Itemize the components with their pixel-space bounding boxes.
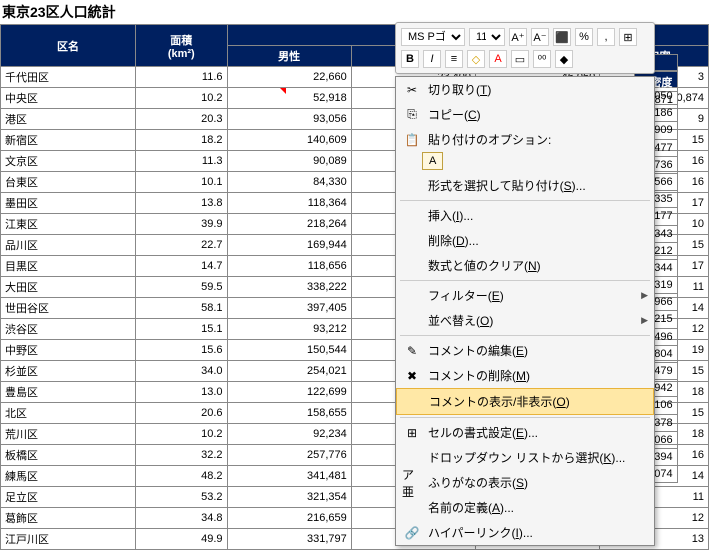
- blank-icon: [402, 288, 422, 304]
- ⎘-icon: ⎘: [402, 107, 422, 123]
- menu-item-label: コメントの表示/非表示(O): [429, 393, 570, 410]
- border-button[interactable]: ⊞: [619, 28, 637, 46]
- header-area: 面積(km²): [136, 25, 227, 67]
- menu-item[interactable]: ✂ 切り取り(T): [396, 77, 654, 102]
- format-button[interactable]: ◆: [555, 50, 573, 68]
- menu-item-label: 削除(D)...: [428, 232, 479, 249]
- menu-item[interactable]: 挿入(I)...: [396, 203, 654, 228]
- menu-item[interactable]: 数式と値のクリア(N): [396, 253, 654, 278]
- menu-item-label: 形式を選択して貼り付け(S)...: [428, 177, 586, 194]
- menu-item-label: コピー(C): [428, 106, 481, 123]
- menu-item[interactable]: ⊞ セルの書式設定(E)...: [396, 420, 654, 445]
- ✖-icon: ✖: [402, 368, 422, 384]
- menu-item-label: 名前の定義(A)...: [428, 499, 514, 516]
- menu-item[interactable]: 📋 貼り付けのオプション:: [396, 127, 654, 152]
- submenu-arrow-icon: ▶: [641, 290, 648, 301]
- menu-item[interactable]: 並べ替え(O) ▶: [396, 308, 654, 333]
- ✂-icon: ✂: [402, 82, 422, 98]
- menu-item[interactable]: フィルター(E) ▶: [396, 283, 654, 308]
- menu-item[interactable]: 名前の定義(A)...: [396, 495, 654, 520]
- blank-icon: [402, 313, 422, 329]
- percent-button[interactable]: %: [575, 28, 593, 46]
- menu-item-label: 貼り付けのオプション:: [428, 131, 551, 148]
- size-select[interactable]: 11: [469, 28, 505, 46]
- font-color-button[interactable]: A: [489, 50, 507, 68]
- page-title: 東京23区人口統計: [0, 0, 709, 24]
- blank-icon: [402, 233, 422, 249]
- bold-button[interactable]: B: [401, 50, 419, 68]
- menu-item-label: コメントの編集(E): [428, 342, 528, 359]
- paste-option-button[interactable]: A: [422, 152, 443, 170]
- menu-item-label: フィルター(E): [428, 287, 504, 304]
- menu-item-label: 並べ替え(O): [428, 312, 493, 329]
- mini-toolbar: MS Pゴ 11 A⁺ A⁻ ⬛ % , ⊞ B I ≡ ◇ A ▭ ⁰⁰ ◆: [395, 22, 655, 74]
- 🔗-icon: 🔗: [402, 525, 422, 541]
- menu-item[interactable]: ア亜ふりがなの表示(S): [396, 470, 654, 495]
- submenu-arrow-icon: ▶: [641, 315, 648, 326]
- italic-button[interactable]: I: [423, 50, 441, 68]
- menu-item[interactable]: ✎ コメントの編集(E): [396, 338, 654, 363]
- menu-item[interactable]: ドロップダウン リストから選択(K)...: [396, 445, 654, 470]
- fill-color-button[interactable]: ◇: [467, 50, 485, 68]
- decimal-button[interactable]: ⁰⁰: [533, 50, 551, 68]
- menu-item-label: 切り取り(T): [428, 81, 491, 98]
- blank-icon: [403, 394, 423, 410]
- menu-item[interactable]: 形式を選択して貼り付け(S)...: [396, 173, 654, 198]
- blank-icon: [402, 258, 422, 274]
- ✎-icon: ✎: [402, 343, 422, 359]
- menu-item-label: 数式と値のクリア(N): [428, 257, 541, 274]
- menu-item[interactable]: ⎘ コピー(C): [396, 102, 654, 127]
- 📋-icon: 📋: [402, 132, 422, 148]
- comma-button[interactable]: ,: [597, 28, 615, 46]
- context-menu: ✂ 切り取り(T) ⎘ コピー(C) 📋 貼り付けのオプション: A 形式を選択して貼り付け(…: [395, 76, 655, 546]
- header-male: 男性: [227, 46, 351, 67]
- menu-item[interactable]: 🔗 ハイパーリンク(I)...: [396, 520, 654, 545]
- menu-item-label: ハイパーリンク(I)...: [428, 524, 533, 541]
- blank-icon: [402, 208, 422, 224]
- font-select[interactable]: MS Pゴ: [401, 28, 465, 46]
- align-button[interactable]: ≡: [445, 50, 463, 68]
- blank-icon: [402, 178, 422, 194]
- borders-button[interactable]: ▭: [511, 50, 529, 68]
- grow-font-button[interactable]: A⁺: [509, 28, 527, 46]
- ⊞-icon: ⊞: [402, 425, 422, 441]
- menu-item-label: ふりがなの表示(S): [428, 474, 528, 491]
- ア亜-icon: ア亜: [402, 475, 422, 491]
- comment-indicator-icon: [280, 88, 286, 94]
- blank-icon: [402, 450, 422, 466]
- shrink-font-button[interactable]: A⁻: [531, 28, 549, 46]
- style-button[interactable]: ⬛: [553, 28, 571, 46]
- menu-item[interactable]: コメントの表示/非表示(O): [396, 388, 654, 415]
- menu-item[interactable]: ✖ コメントの削除(M): [396, 363, 654, 388]
- menu-item-label: コメントの削除(M): [428, 367, 530, 384]
- menu-item[interactable]: 削除(D)...: [396, 228, 654, 253]
- header-ward: 区名: [1, 25, 136, 67]
- blank-icon: [402, 500, 422, 516]
- menu-item-label: ドロップダウン リストから選択(K)...: [428, 449, 625, 466]
- menu-item-label: セルの書式設定(E)...: [428, 424, 538, 441]
- menu-item-label: 挿入(I)...: [428, 207, 473, 224]
